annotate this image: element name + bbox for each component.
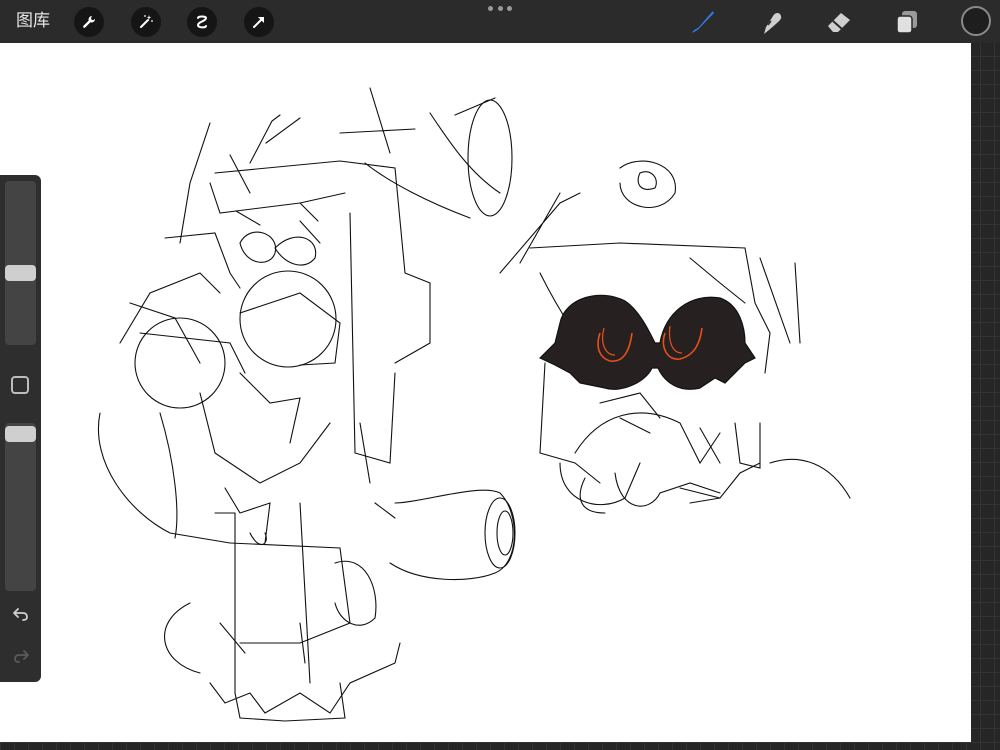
brush-size-slider[interactable] <box>5 181 36 345</box>
opacity-slider[interactable] <box>5 423 36 591</box>
magic-wand-icon[interactable] <box>131 7 161 37</box>
gallery-button[interactable]: 图库 <box>16 11 50 31</box>
eraser-icon[interactable] <box>824 7 854 37</box>
left-sidebar <box>0 175 41 682</box>
brush-size-thumb[interactable] <box>5 265 36 281</box>
selection-icon[interactable] <box>187 7 217 37</box>
more-options-handle[interactable] <box>488 6 512 14</box>
redo-icon[interactable] <box>9 645 33 667</box>
wrench-icon[interactable] <box>74 7 104 37</box>
sketch-artwork <box>98 87 851 722</box>
dot <box>497 6 503 11</box>
drawing-canvas[interactable] <box>0 43 971 742</box>
top-toolbar: 图库 <box>0 0 1000 43</box>
dot <box>488 6 493 11</box>
smudge-icon[interactable] <box>756 7 786 37</box>
modify-button[interactable] <box>11 376 29 394</box>
opacity-thumb[interactable] <box>5 426 36 442</box>
layers-icon[interactable] <box>892 7 922 37</box>
brush-icon[interactable] <box>688 7 718 37</box>
undo-icon[interactable] <box>9 603 33 625</box>
dot <box>507 6 512 11</box>
transform-arrow-icon[interactable] <box>244 7 274 37</box>
goggles-fill <box>538 294 756 390</box>
color-swatch[interactable] <box>961 6 991 36</box>
